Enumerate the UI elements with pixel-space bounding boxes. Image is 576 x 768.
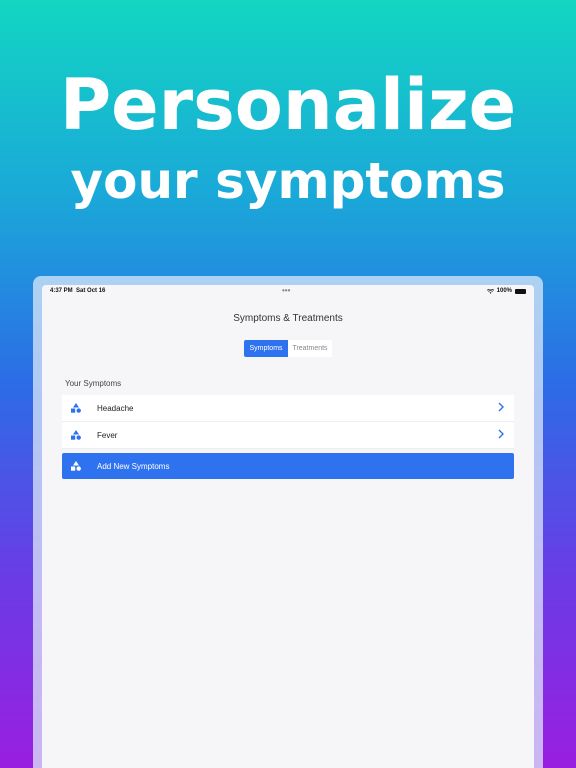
shapes-icon <box>71 461 81 471</box>
battery-icon <box>515 288 526 294</box>
headline-your-symptoms: your symptoms <box>70 152 506 210</box>
page-title: Symptoms & Treatments <box>233 313 343 324</box>
section-label: Your Symptoms <box>65 379 122 388</box>
headline-personalize: Personalize <box>59 64 517 146</box>
segmented-control: Symptoms Treatments <box>244 340 332 357</box>
app-screen: 4:37 PM Sat Oct 16 ••• 100% Symptoms & T… <box>42 285 534 768</box>
wifi-icon <box>486 288 494 294</box>
battery-percent: 100% <box>496 288 512 294</box>
shapes-icon <box>71 403 81 413</box>
chevron-right-icon <box>498 429 504 439</box>
list-item-label: Fever <box>97 430 118 440</box>
tab-symptoms[interactable]: Symptoms <box>244 340 288 357</box>
status-right: 100% <box>486 288 526 294</box>
add-new-symptoms-label: Add New Symptoms <box>97 461 170 471</box>
shapes-icon <box>71 430 81 440</box>
symptom-list: Headache Fever <box>62 395 514 449</box>
chevron-right-icon <box>498 402 504 412</box>
add-new-symptoms-button[interactable]: Add New Symptoms <box>62 453 514 479</box>
device-frame: 4:37 PM Sat Oct 16 ••• 100% Symptoms & T… <box>33 276 543 768</box>
status-time: 4:37 PM Sat Oct 16 <box>50 288 105 294</box>
status-date-text: Sat Oct 16 <box>76 288 106 294</box>
status-time-text: 4:37 PM <box>50 288 73 294</box>
list-item-fever[interactable]: Fever <box>62 422 514 449</box>
status-bar: 4:37 PM Sat Oct 16 ••• 100% <box>42 285 534 299</box>
multitasking-dots-icon[interactable]: ••• <box>282 286 290 295</box>
list-item-label: Headache <box>97 403 134 413</box>
tab-treatments[interactable]: Treatments <box>288 340 332 357</box>
list-item-headache[interactable]: Headache <box>62 395 514 422</box>
